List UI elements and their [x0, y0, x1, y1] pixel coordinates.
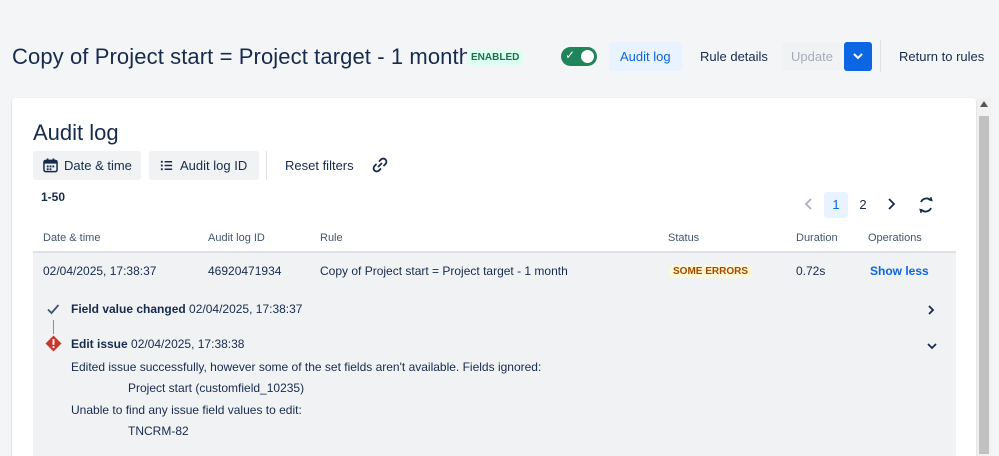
- check-icon: ✓: [565, 48, 576, 62]
- return-to-rules-button[interactable]: Return to rules: [888, 42, 995, 71]
- ignored-field: Project start (customfield_10235): [128, 381, 305, 395]
- audit-log-id-filter-label: Audit log ID: [180, 158, 248, 173]
- page-1-button[interactable]: 1: [824, 192, 848, 218]
- date-time-filter-label: Date & time: [64, 158, 132, 173]
- step-field-value-changed[interactable]: Field value changed 02/04/2025, 17:38:37: [71, 302, 302, 316]
- row-audit-log-id: 46920471934: [208, 264, 282, 278]
- update-button[interactable]: Update: [782, 42, 842, 71]
- scroll-up-icon[interactable]: [980, 101, 988, 107]
- rule-header: Copy of Project start = Project target -…: [0, 0, 999, 98]
- rule-enabled-toggle[interactable]: ✓: [561, 47, 597, 66]
- filter-divider: [266, 151, 267, 180]
- toggle-knob: [581, 50, 594, 63]
- step-message: Unable to find any issue field values to…: [71, 403, 302, 417]
- page-2-button[interactable]: 2: [852, 192, 874, 218]
- step-time: 02/04/2025, 17:38:37: [189, 302, 303, 316]
- step-edit-issue[interactable]: Edit issue 02/04/2025, 17:38:38: [71, 337, 244, 351]
- audit-log-button[interactable]: Audit log: [609, 42, 682, 71]
- column-header-rule[interactable]: Rule: [320, 232, 343, 244]
- result-range: 1-50: [41, 190, 66, 204]
- link-icon[interactable]: [371, 156, 389, 174]
- header-divider: [880, 40, 881, 72]
- rule-details-button[interactable]: Rule details: [689, 42, 779, 71]
- step-connector: [53, 320, 54, 334]
- step-time: 02/04/2025, 17:38:38: [131, 337, 245, 351]
- reset-filters-button[interactable]: Reset filters: [285, 158, 354, 173]
- date-time-filter-button[interactable]: Date & time: [33, 151, 141, 180]
- next-page-icon[interactable]: [886, 198, 896, 210]
- chevron-down-icon[interactable]: [926, 341, 938, 351]
- row-rule-name: Copy of Project start = Project target -…: [320, 264, 568, 278]
- check-icon: [47, 304, 60, 315]
- calendar-icon: [43, 158, 58, 173]
- audit-log-id-filter-button[interactable]: Audit log ID: [149, 151, 259, 180]
- row-date-time: 02/04/2025, 17:38:37: [43, 264, 157, 278]
- issue-key: TNCRM-82: [128, 424, 189, 438]
- step-message: Edited issue successfully, however some …: [71, 360, 542, 374]
- row-status-badge: SOME ERRORS: [670, 265, 752, 278]
- row-duration: 0.72s: [796, 264, 826, 278]
- step-name: Edit issue: [71, 337, 128, 351]
- show-less-link[interactable]: Show less: [870, 264, 929, 278]
- column-header-date-time[interactable]: Date & time: [43, 232, 100, 244]
- update-dropdown-button[interactable]: [844, 42, 872, 71]
- refresh-icon[interactable]: [917, 196, 935, 214]
- audit-log-title: Audit log: [33, 120, 119, 145]
- column-header-status[interactable]: Status: [668, 232, 699, 244]
- error-icon: [45, 335, 62, 352]
- chevron-right-icon[interactable]: [926, 304, 936, 316]
- status-badge: ENABLED: [467, 50, 524, 65]
- chevron-down-icon: [853, 53, 863, 60]
- step-name: Field value changed: [71, 302, 186, 316]
- scrollbar-thumb[interactable]: [979, 116, 989, 454]
- column-header-duration[interactable]: Duration: [796, 232, 838, 244]
- page-title: Copy of Project start = Project target -…: [12, 44, 472, 69]
- scrollbar[interactable]: [977, 98, 991, 456]
- column-header-operations: Operations: [868, 232, 922, 244]
- list-icon: [160, 160, 173, 171]
- previous-page-icon[interactable]: [804, 198, 814, 210]
- column-header-audit-log-id[interactable]: Audit log ID: [208, 232, 265, 244]
